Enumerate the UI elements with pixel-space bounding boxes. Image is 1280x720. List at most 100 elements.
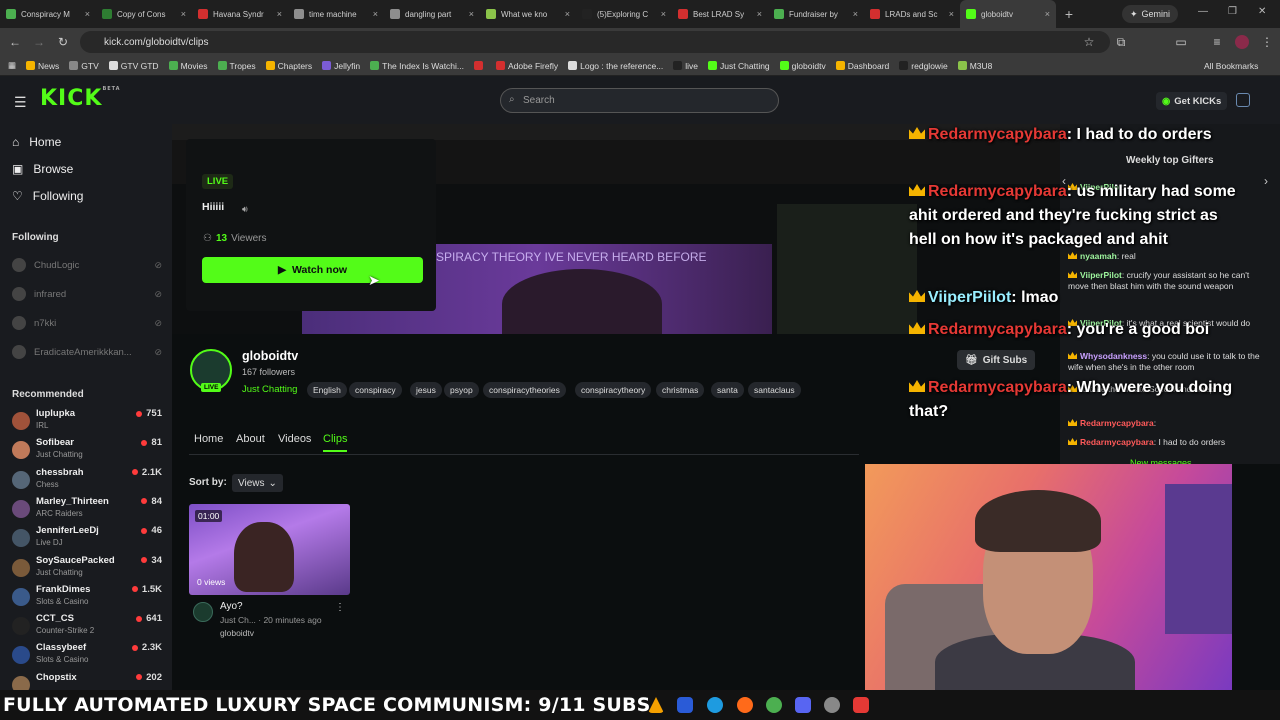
speaker-icon[interactable]: 🔊︎ [242,204,248,215]
browser-tab[interactable]: globoidtv × [960,0,1056,28]
tab-close-icon[interactable]: × [853,9,858,19]
back-icon[interactable]: ← [4,35,26,49]
browser-tab[interactable]: Conspiracy M × [0,0,96,28]
get-kicks-button[interactable]: ◉ Get KICKs [1156,92,1228,110]
close-window-icon[interactable]: ✕ [1258,6,1266,17]
browser-tab[interactable]: time machine × [288,0,384,28]
recommended-item[interactable]: JenniferLeeDj Live DJ 46 [12,525,162,553]
forward-icon[interactable]: → [28,35,50,49]
bookmark-item[interactable] [474,61,486,70]
tab-videos[interactable]: Videos [278,433,311,445]
bookmark-item[interactable]: globoidtv [779,61,826,71]
following-item[interactable]: EradicateAmerikkkan... ⊘ [12,345,162,359]
recommended-item[interactable]: Sofibear Just Chatting 81 [12,437,162,465]
bookmark-item[interactable]: Just Chatting [708,61,770,71]
cast-icon[interactable]: ▭ [1170,35,1192,49]
bookmark-item[interactable]: News [26,61,59,71]
tab-search-icon[interactable]: ≡ [1206,35,1228,49]
tag-chip[interactable]: christmas [656,382,705,398]
browser-tab[interactable]: (5)Exploring C × [576,0,672,28]
bookmark-item[interactable]: GTV [69,61,99,71]
recommended-item[interactable]: CCT_CS Counter-Strike 2 641 [12,613,162,641]
bookmark-item[interactable]: live [673,61,698,71]
recommended-item[interactable]: luplupka IRL 751 [12,408,162,436]
chat-username[interactable]: nyaamah [1080,251,1117,261]
channel-name[interactable]: globoidtv [242,349,298,363]
channel-category[interactable]: Just Chatting [242,384,297,395]
url-field[interactable]: kick.com/globoidtv/clips [80,31,1110,53]
menu-kebab-icon[interactable]: ⋮ [1256,35,1278,49]
bookmark-item[interactable]: Logo : the reference... [568,61,663,71]
reload-icon[interactable]: ↻ [52,35,74,49]
gift-subs-button[interactable]: 🎁︎ Gift Subs [957,350,1036,370]
recommended-item[interactable]: Classybeef Slots & Casino 2.3K [12,642,162,670]
watch-now-button[interactable]: ▶ Watch now [202,257,423,283]
app-icon[interactable] [677,697,693,713]
tag-chip[interactable]: conspiracytheories [483,382,566,398]
tab-home[interactable]: Home [194,433,223,445]
following-item[interactable]: infrared ⊘ [12,287,162,301]
tag-chip[interactable]: conspiracytheory [575,382,652,398]
kick-logo[interactable]: KICKBETA [40,86,121,111]
browser-tab[interactable]: Copy of Cons × [96,0,192,28]
tab-about[interactable]: About [236,433,265,445]
bookmark-item[interactable]: Chapters [265,61,312,71]
bookmark-star-icon[interactable]: ☆ [1078,35,1100,49]
apps-grid-icon[interactable]: ▦ [8,60,16,71]
all-bookmarks-link[interactable]: All Bookmarks [1204,61,1258,71]
tab-close-icon[interactable]: × [373,9,378,19]
firefox-icon[interactable] [737,697,753,713]
extensions-icon[interactable]: ⧉ [1110,35,1132,50]
browser-tab[interactable]: Best LRAD Sy × [672,0,768,28]
bookmark-item[interactable]: Tropes [217,61,256,71]
bookmark-item[interactable]: M3U8 [957,61,992,71]
clip-title[interactable]: Ayo? [220,601,243,612]
chrome-icon[interactable] [766,697,782,713]
tab-close-icon[interactable]: × [661,9,666,19]
hamburger-menu-icon[interactable]: ☰ [14,94,27,111]
globe-icon[interactable] [1236,93,1250,107]
new-tab-icon[interactable]: + [1056,6,1082,22]
tab-close-icon[interactable]: × [469,9,474,19]
recommended-item[interactable]: chessbrah Chess 2.1K [12,467,162,495]
search-input[interactable]: ⌕ Search [500,88,779,113]
discord-icon[interactable] [795,697,811,713]
bookmark-item[interactable]: Adobe Firefly [496,61,558,71]
bookmark-item[interactable]: redglowie [899,61,948,71]
tab-close-icon[interactable]: × [277,9,282,19]
recommended-item[interactable]: Marley_Thirteen ARC Raiders 84 [12,496,162,524]
bookmark-item[interactable]: Jellyfin [322,61,360,71]
recommended-item[interactable]: FrankDimes Slots & Casino 1.5K [12,584,162,612]
tab-close-icon[interactable]: × [1045,9,1050,19]
bookmark-item[interactable]: The Index Is Watchi... [370,61,464,71]
browser-tab[interactable]: LRADs and Sc × [864,0,960,28]
minimize-icon[interactable]: — [1198,6,1208,17]
bookmark-item[interactable]: GTV GTD [108,61,159,71]
recommended-item[interactable]: SoySaucePacked Just Chatting 34 [12,555,162,583]
tab-close-icon[interactable]: × [181,9,186,19]
chat-username[interactable]: ViiperPilot [1080,270,1122,280]
settings-gear-icon[interactable] [824,697,840,713]
bookmark-item[interactable]: Dashboard [835,61,889,71]
tab-clips[interactable]: Clips [323,433,348,452]
sidebar-item-browse[interactable]: ▣ Browse [12,162,73,176]
browser-tab[interactable]: Havana Syndr × [192,0,288,28]
edge-icon[interactable] [707,697,723,713]
profile-avatar[interactable] [1235,35,1249,49]
tag-chip[interactable]: santaclaus [748,382,801,398]
tab-close-icon[interactable]: × [949,9,954,19]
following-item[interactable]: n7kki ⊘ [12,316,162,330]
sort-select[interactable]: Views ⌄ [232,474,283,492]
youtube-icon[interactable] [853,697,869,713]
browser-tab[interactable]: Fundraiser by × [768,0,864,28]
chat-username[interactable]: Redarmycapybara [1080,437,1154,447]
maximize-icon[interactable]: ❐ [1228,6,1237,17]
browser-tab[interactable]: What we kno × [480,0,576,28]
clip-more-icon[interactable]: ⋮ [335,602,345,613]
browser-tab[interactable]: dangling part × [384,0,480,28]
tag-chip[interactable]: santa [711,382,744,398]
tag-chip[interactable]: psyop [444,382,479,398]
tag-chip[interactable]: jesus [410,382,442,398]
chat-username[interactable]: Whysodankness [1080,351,1147,361]
gemini-button[interactable]: ✦ Gemini [1122,5,1179,23]
